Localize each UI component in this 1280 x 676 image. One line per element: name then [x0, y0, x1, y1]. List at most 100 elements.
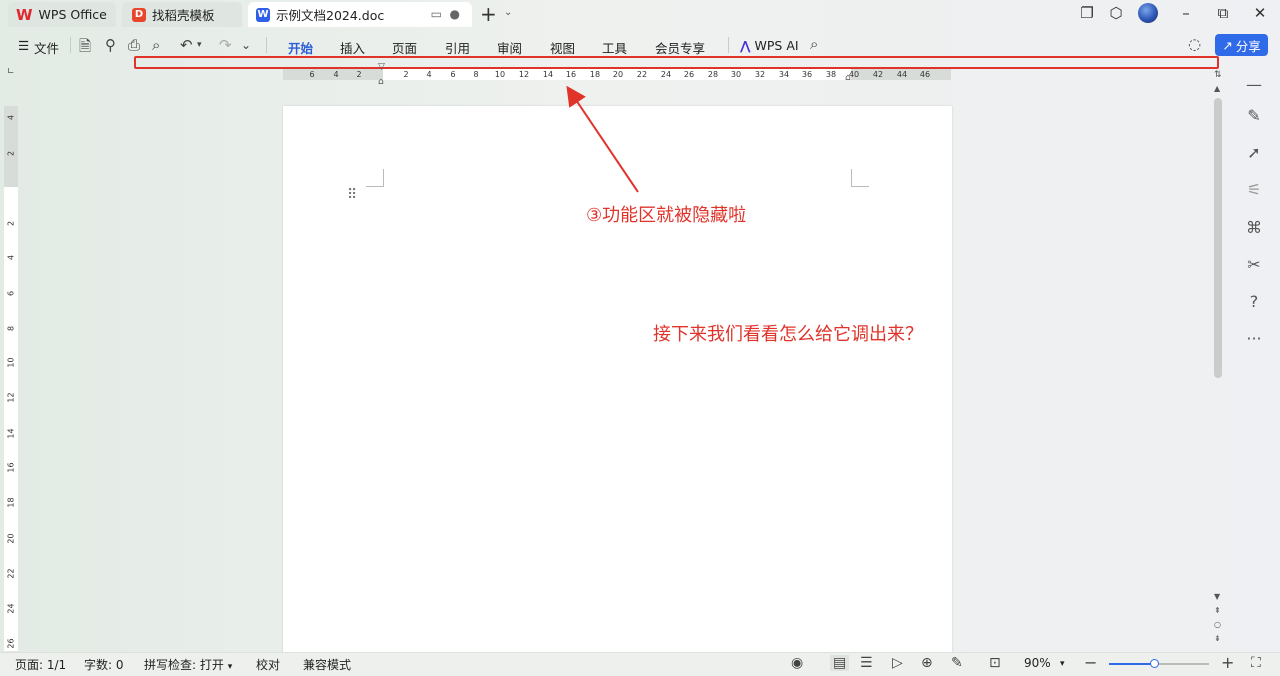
right-indent-marker-icon[interactable]: ⌂ [845, 73, 851, 83]
tab-status-icons[interactable]: ▭ ● [431, 7, 460, 21]
print-icon[interactable]: ⎙ [128, 36, 140, 54]
zoom-level[interactable]: 90% [1024, 656, 1051, 670]
select-browse-icon[interactable]: ○ [1214, 620, 1221, 629]
status-page[interactable]: 页面: 1/1 [15, 656, 66, 673]
next-page-icon[interactable]: ⇟ [1214, 634, 1221, 643]
indent-marker-top-icon[interactable]: ▽ [378, 62, 385, 72]
menu-view[interactable]: 视图 [550, 38, 575, 57]
ruler-tick-label: 44 [896, 70, 908, 79]
eye-icon[interactable]: ◉ [791, 655, 803, 671]
menu-file[interactable]: 文件 [34, 38, 59, 57]
write-mode-icon[interactable]: ✎ [951, 655, 963, 671]
ruler-tick-label: 18 [6, 497, 16, 508]
comment-icon[interactable]: ◌ [1188, 35, 1201, 53]
format-painter-icon[interactable]: ⚲ [105, 36, 116, 54]
tab-document[interactable]: W 示例文档2024.doc ▭ ● [248, 2, 472, 27]
ruler-toggle-icon[interactable]: ⇅ [1214, 70, 1222, 80]
help-icon[interactable]: ? [1244, 292, 1264, 311]
ruler-tick-label: 28 [707, 70, 719, 79]
translate-icon[interactable]: ⌘ [1244, 218, 1264, 237]
ruler-tick-label: 8 [6, 325, 16, 332]
menu-tools[interactable]: 工具 [602, 38, 627, 57]
cube-icon[interactable]: ⬡ [1105, 4, 1127, 22]
collapse-panel-icon[interactable]: — [1244, 75, 1264, 94]
pen-icon[interactable]: ✎ [1244, 106, 1264, 125]
menu-reference[interactable]: 引用 [445, 38, 470, 57]
zoom-slider-handle[interactable] [1150, 659, 1159, 668]
status-compat-mode[interactable]: 兼容模式 [303, 656, 351, 673]
ruler-tick-label: 12 [6, 392, 16, 403]
tab-label: 示例文档2024.doc [276, 8, 385, 23]
new-tab-button[interactable]: + [480, 2, 497, 26]
wps-ai-button[interactable]: ⋀ WPS AI [740, 38, 799, 53]
avatar[interactable] [1138, 3, 1158, 23]
scroll-down-icon[interactable]: ▼ [1214, 592, 1220, 601]
ruler-corner-icon[interactable]: ∟ [7, 67, 15, 77]
tab-label: WPS Office [38, 7, 107, 22]
ruler-tick-label: 26 [6, 638, 16, 649]
divider [70, 37, 71, 53]
indent-marker-bottom-icon[interactable]: ⌂ [378, 77, 384, 87]
ruler-tick-label: 14 [6, 428, 16, 439]
redo-icon[interactable]: ↷ [219, 36, 232, 54]
tab-wps-office[interactable]: W WPS Office [8, 2, 116, 27]
menu-start[interactable]: 开始 [288, 38, 313, 57]
play-icon[interactable]: ▷ [892, 655, 903, 671]
chevron-down-icon[interactable]: ⌄ [504, 7, 512, 18]
menu-member[interactable]: 会员专享 [655, 38, 705, 57]
window-layout-icon[interactable]: ❐ [1076, 4, 1098, 22]
status-word-count[interactable]: 字数: 0 [84, 656, 124, 673]
select-arrow-icon[interactable]: ➚ [1244, 143, 1264, 162]
save-icon[interactable]: 🗎 [79, 36, 91, 61]
drag-handle-icon[interactable]: ⠿ [347, 187, 357, 203]
docer-icon: D [132, 7, 146, 22]
menu-insert[interactable]: 插入 [340, 38, 365, 57]
zoom-in-icon[interactable]: + [1221, 653, 1234, 672]
vertical-scrollbar[interactable] [1214, 98, 1222, 378]
undo-icon[interactable]: ↶ [180, 36, 193, 54]
ruler-tick-label: 4 [426, 70, 432, 79]
restore-button[interactable]: ⧉ [1212, 4, 1234, 22]
undo-dropdown-icon[interactable]: ▾ [197, 40, 202, 50]
fullscreen-icon[interactable]: ⛶ [1251, 655, 1261, 671]
ruler-tick-label: 8 [473, 70, 479, 79]
menu-page[interactable]: 页面 [392, 38, 417, 57]
ruler-tick-label: 46 [919, 70, 931, 79]
print-preview-icon[interactable]: ⌕ [152, 36, 160, 54]
status-spell-check[interactable]: 拼写检查: 打开 ▾ [144, 656, 232, 673]
tools-icon[interactable]: ✂ [1244, 255, 1264, 274]
minimize-button[interactable]: – [1175, 4, 1197, 22]
annotation-arrow-icon [566, 85, 639, 193]
ruler-tick-label: 14 [542, 70, 554, 79]
chevron-down-icon[interactable]: ⌄ [241, 38, 251, 52]
ruler-tick-label: 24 [6, 603, 16, 614]
fit-page-icon[interactable]: ⊡ [989, 655, 1001, 671]
annotation-next: 接下来我们看看怎么给它调出来？ [653, 324, 923, 345]
annotation-step3: ③功能区就被隐藏啦 [586, 205, 747, 226]
page-view-icon[interactable]: ▤ [830, 655, 850, 671]
search-icon[interactable]: ⌕ [810, 35, 818, 53]
share-button[interactable]: ↗ 分享 [1215, 34, 1268, 56]
ruler-tick-label: 12 [518, 70, 530, 79]
ruler-tick-label: 2 [6, 220, 16, 227]
status-proofread[interactable]: 校对 [256, 656, 280, 673]
outline-view-icon[interactable]: ☰ [860, 655, 873, 671]
ruler-tick-label: 34 [778, 70, 790, 79]
tab-template[interactable]: D 找稻壳模板 [122, 2, 242, 27]
close-button[interactable]: ✕ [1249, 4, 1271, 22]
chevron-down-icon[interactable]: ▾ [1060, 659, 1065, 669]
wps-ai-icon: ⋀ [740, 38, 751, 53]
scroll-up-icon[interactable]: ▲ [1214, 84, 1220, 93]
ruler-tick-label: 4 [6, 254, 16, 261]
web-view-icon[interactable]: ⊕ [921, 655, 933, 671]
ruler-tick-label: 6 [450, 70, 456, 79]
menu-review[interactable]: 审阅 [497, 38, 522, 57]
ruler-tick-label: 26 [683, 70, 695, 79]
prev-page-icon[interactable]: ⇞ [1214, 606, 1221, 615]
hamburger-icon[interactable]: ☰ [18, 38, 29, 53]
tab-label: 找稻壳模板 [152, 8, 215, 23]
zoom-out-icon[interactable]: − [1084, 653, 1097, 672]
more-icon[interactable]: ··· [1244, 329, 1264, 348]
sliders-icon[interactable]: ⚟ [1244, 180, 1264, 199]
ruler-tick-label: 30 [730, 70, 742, 79]
